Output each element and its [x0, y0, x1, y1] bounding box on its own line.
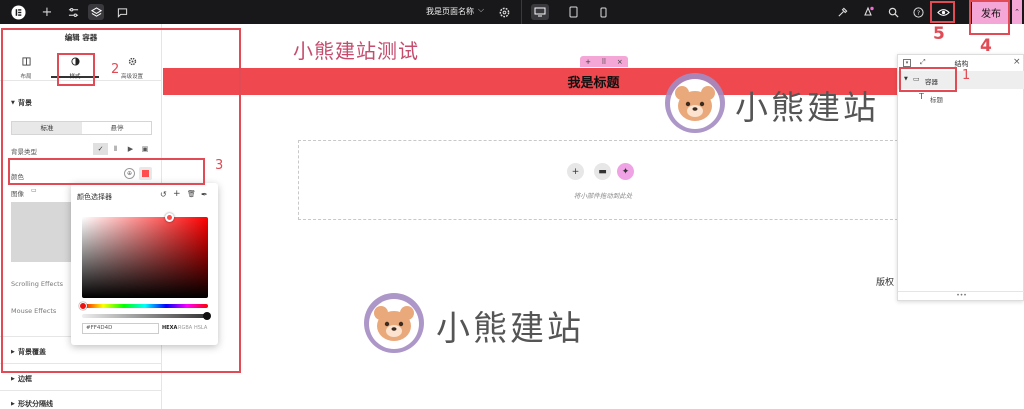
footer-copyright: 版权 — [876, 278, 895, 288]
page-settings-gear-icon[interactable] — [496, 4, 512, 20]
notifications-icon[interactable] — [860, 4, 876, 20]
structure-layers-icon[interactable] — [88, 4, 104, 20]
desktop-view-icon[interactable] — [531, 4, 549, 20]
elementor-logo-icon[interactable] — [10, 4, 26, 20]
brush-icon[interactable] — [834, 4, 850, 20]
section-shape-divider[interactable]: 形状分隔线 — [18, 399, 53, 409]
comments-icon[interactable] — [114, 4, 130, 20]
publish-options-chevron-icon[interactable]: ⌃ — [1012, 0, 1022, 24]
delete-container-icon[interactable]: × — [617, 58, 623, 66]
annotation-box-color — [8, 158, 205, 185]
add-element-icon[interactable]: + — [39, 4, 55, 20]
template-library-button[interactable]: ▬ — [594, 163, 611, 180]
section-border[interactable]: 边框 — [18, 374, 32, 384]
page-name[interactable]: 我是页面名称 — [426, 6, 474, 17]
heading-t-icon: T — [919, 92, 924, 101]
brand-logo-large: 小熊建站 — [362, 289, 622, 357]
top-bar: + 我是页面名称 ⌵ ? 发布 ⌃ — [0, 0, 1024, 24]
search-icon[interactable] — [885, 4, 901, 20]
caret-right-icon: ▶ — [11, 401, 15, 407]
resize-handle[interactable]: ••• — [898, 291, 1024, 301]
mobile-view-icon[interactable] — [595, 4, 611, 20]
brand-text: 小熊建站 — [735, 88, 879, 127]
annotation-box-panel — [1, 28, 241, 373]
help-icon[interactable]: ? — [910, 4, 926, 20]
add-container-icon[interactable]: + — [585, 58, 591, 66]
annotation-4: 4 — [980, 36, 992, 56]
annotation-box-preview — [930, 1, 955, 23]
tablet-view-icon[interactable] — [565, 4, 581, 20]
close-icon[interactable]: × — [1013, 57, 1021, 67]
ai-sparkle-button[interactable]: ✦ — [617, 163, 634, 180]
bear-logo-icon — [665, 73, 725, 133]
bear-logo-icon — [364, 293, 424, 353]
site-title[interactable]: 小熊建站测试 — [293, 35, 419, 64]
chevron-down-icon[interactable]: ⌵ — [478, 5, 484, 15]
annotation-3: 3 — [215, 158, 224, 173]
nav-item-heading-label: 标题 — [930, 96, 943, 104]
container-handle[interactable]: + ⠿ × — [580, 56, 628, 67]
sliders-icon[interactable] — [65, 4, 81, 20]
add-widget-button[interactable]: + — [567, 163, 584, 180]
drag-handle-icon[interactable]: ⠿ — [601, 58, 606, 66]
caret-right-icon: ▶ — [11, 376, 15, 382]
annotation-box-nav-item — [899, 67, 957, 92]
annotation-1: 1 — [962, 68, 971, 83]
drop-hint: 将小部件拖动到此处 — [573, 192, 633, 200]
nav-item-heading[interactable]: T 标题 — [898, 91, 1024, 105]
drop-area[interactable]: + ▬ ✦ 将小部件拖动到此处 — [298, 140, 908, 220]
annotation-2: 2 — [111, 62, 120, 77]
brand-text-large: 小熊建站 — [436, 309, 584, 349]
annotation-5: 5 — [933, 24, 945, 44]
annotation-box-publish — [969, 0, 1010, 35]
svg-text:?: ? — [916, 8, 919, 16]
annotation-box-style-tab — [57, 53, 95, 86]
brand-logo: 小熊建站 — [663, 71, 903, 135]
